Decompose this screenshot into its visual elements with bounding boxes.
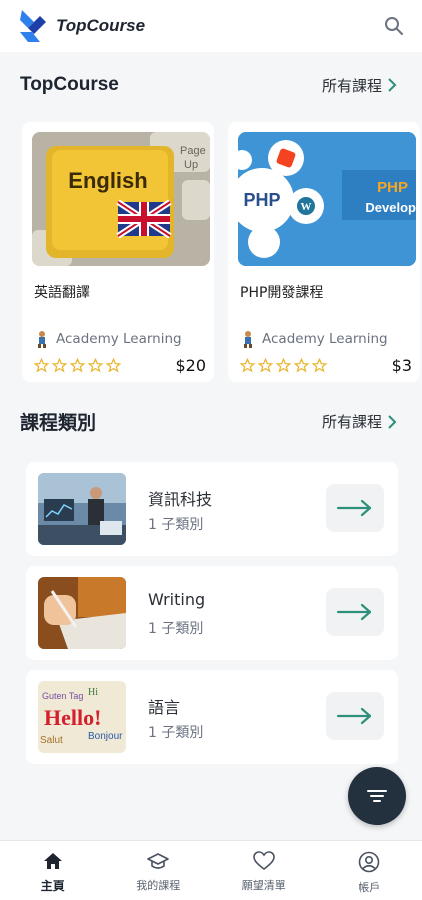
course-thumbnail: English Page Up — [32, 132, 210, 266]
svg-text:Up: Up — [184, 159, 198, 171]
search-button[interactable] — [380, 12, 408, 40]
open-category-button[interactable] — [326, 484, 384, 532]
course-card[interactable]: English Page Up 英語翻譯 Academy Learning $2… — [22, 122, 214, 382]
course-price: $3 — [391, 356, 412, 375]
course-title: 英語翻譯 — [34, 285, 90, 301]
svg-text:Guten Tag: Guten Tag — [42, 691, 83, 701]
section-title: 課程類別 — [20, 413, 97, 434]
see-all-label: 所有課程 — [321, 413, 382, 431]
open-category-button[interactable] — [326, 692, 384, 740]
category-thumbnail: Guten Tag Hi Hello! Bonjour Salut — [38, 681, 126, 753]
nav-label: 願望清單 — [241, 879, 286, 892]
thumb-english-text: English — [68, 168, 147, 193]
svg-text:PHP: PHP — [377, 179, 408, 196]
instructor-name: Academy Learning — [56, 331, 182, 347]
thumb-php-text: PHP — [243, 190, 280, 210]
section-title: TopCourse — [20, 74, 119, 95]
nav-account[interactable]: 帳戶 — [317, 841, 422, 900]
star-outline-icon — [34, 358, 49, 373]
star-outline-icon — [106, 358, 121, 373]
nav-label: 我的課程 — [136, 879, 181, 892]
course-price: $20 — [175, 356, 206, 375]
category-name: Writing — [148, 590, 206, 609]
svg-text:Hi: Hi — [88, 687, 98, 698]
see-all-label: 所有課程 — [321, 76, 382, 95]
arrow-right-icon — [336, 603, 372, 621]
nav-wishlist[interactable]: 願望清單 — [211, 841, 317, 900]
filter-button[interactable] — [348, 767, 406, 825]
php-development-image: PHP W PHP Develop — [238, 132, 416, 266]
search-icon — [385, 17, 403, 35]
category-thumbnail — [38, 577, 126, 649]
svg-text:Develop: Develop — [365, 200, 416, 215]
nav-label: 帳戶 — [358, 881, 381, 894]
filter-icon — [367, 790, 387, 802]
star-outline-icon — [52, 358, 67, 373]
category-name: 語言 — [148, 698, 181, 717]
courses-section-header: TopCourse 所有課程 — [20, 74, 398, 96]
svg-text:Bonjour: Bonjour — [88, 731, 123, 742]
english-keyboard-image: English Page Up — [32, 132, 210, 266]
star-outline-icon — [258, 358, 273, 373]
category-thumbnail — [38, 473, 126, 545]
rating-stars — [240, 358, 327, 373]
writing-hand-image — [38, 577, 126, 649]
user-circle-icon — [358, 851, 380, 873]
star-outline-icon — [88, 358, 103, 373]
rating-stars — [34, 358, 121, 373]
svg-text:Hello!: Hello! — [44, 705, 101, 730]
arrow-right-icon — [336, 707, 372, 725]
app-name: TopCourse — [56, 16, 146, 35]
course-title: PHP開發課程 — [240, 285, 324, 301]
open-category-button[interactable] — [326, 588, 384, 636]
instructor-avatar-icon — [244, 331, 252, 348]
app-header: TopCourse — [0, 0, 422, 52]
categories-section-header: 課程類別 所有課程 — [20, 408, 398, 435]
graduation-cap-icon — [147, 853, 170, 869]
course-card[interactable]: PHP W PHP Develop PHP開發課程 Academy Learni… — [228, 122, 420, 382]
category-subcount: 1 子類別 — [148, 621, 204, 637]
course-thumbnail: PHP W PHP Develop — [238, 132, 416, 266]
arrow-right-icon — [336, 499, 372, 517]
nav-label: 主頁 — [40, 879, 65, 893]
course-carousel[interactable]: English Page Up 英語翻譯 Academy Learning $2… — [22, 122, 422, 382]
see-all-categories-link[interactable]: 所有課程 — [322, 411, 398, 432]
instructor-name: Academy Learning — [262, 331, 388, 347]
topcourse-logo-icon — [20, 10, 46, 42]
hello-word-cloud-image: Guten Tag Hi Hello! Bonjour Salut — [38, 681, 126, 753]
svg-text:Page: Page — [180, 145, 206, 157]
heart-icon — [252, 851, 275, 871]
chevron-right-icon — [388, 414, 397, 429]
star-outline-icon — [312, 358, 327, 373]
category-card[interactable]: Writing 1 子類別 — [26, 566, 398, 660]
see-all-courses-link[interactable]: 所有課程 — [322, 75, 398, 96]
category-subcount: 1 子類別 — [148, 517, 204, 533]
chevron-right-icon — [388, 78, 397, 92]
bottom-navigation: 主頁 我的課程 願望清單 帳戶 — [0, 840, 422, 900]
instructor-avatar-icon — [38, 331, 46, 348]
instructor: Academy Learning — [34, 330, 182, 348]
svg-text:W: W — [301, 201, 312, 213]
brand[interactable]: TopCourse — [18, 8, 145, 44]
star-outline-icon — [276, 358, 291, 373]
it-office-image — [38, 473, 126, 545]
star-outline-icon — [240, 358, 255, 373]
instructor: Academy Learning — [240, 330, 388, 348]
home-icon — [43, 853, 62, 869]
nav-my-courses[interactable]: 我的課程 — [106, 841, 212, 900]
nav-home[interactable]: 主頁 — [0, 841, 106, 900]
category-name: 資訊科技 — [148, 490, 213, 509]
star-outline-icon — [294, 358, 309, 373]
category-card[interactable]: 資訊科技 1 子類別 — [26, 462, 398, 556]
category-card[interactable]: Guten Tag Hi Hello! Bonjour Salut 語言 1 子… — [26, 670, 398, 764]
svg-text:Salut: Salut — [40, 735, 63, 746]
star-outline-icon — [70, 358, 85, 373]
category-subcount: 1 子類別 — [148, 725, 204, 741]
